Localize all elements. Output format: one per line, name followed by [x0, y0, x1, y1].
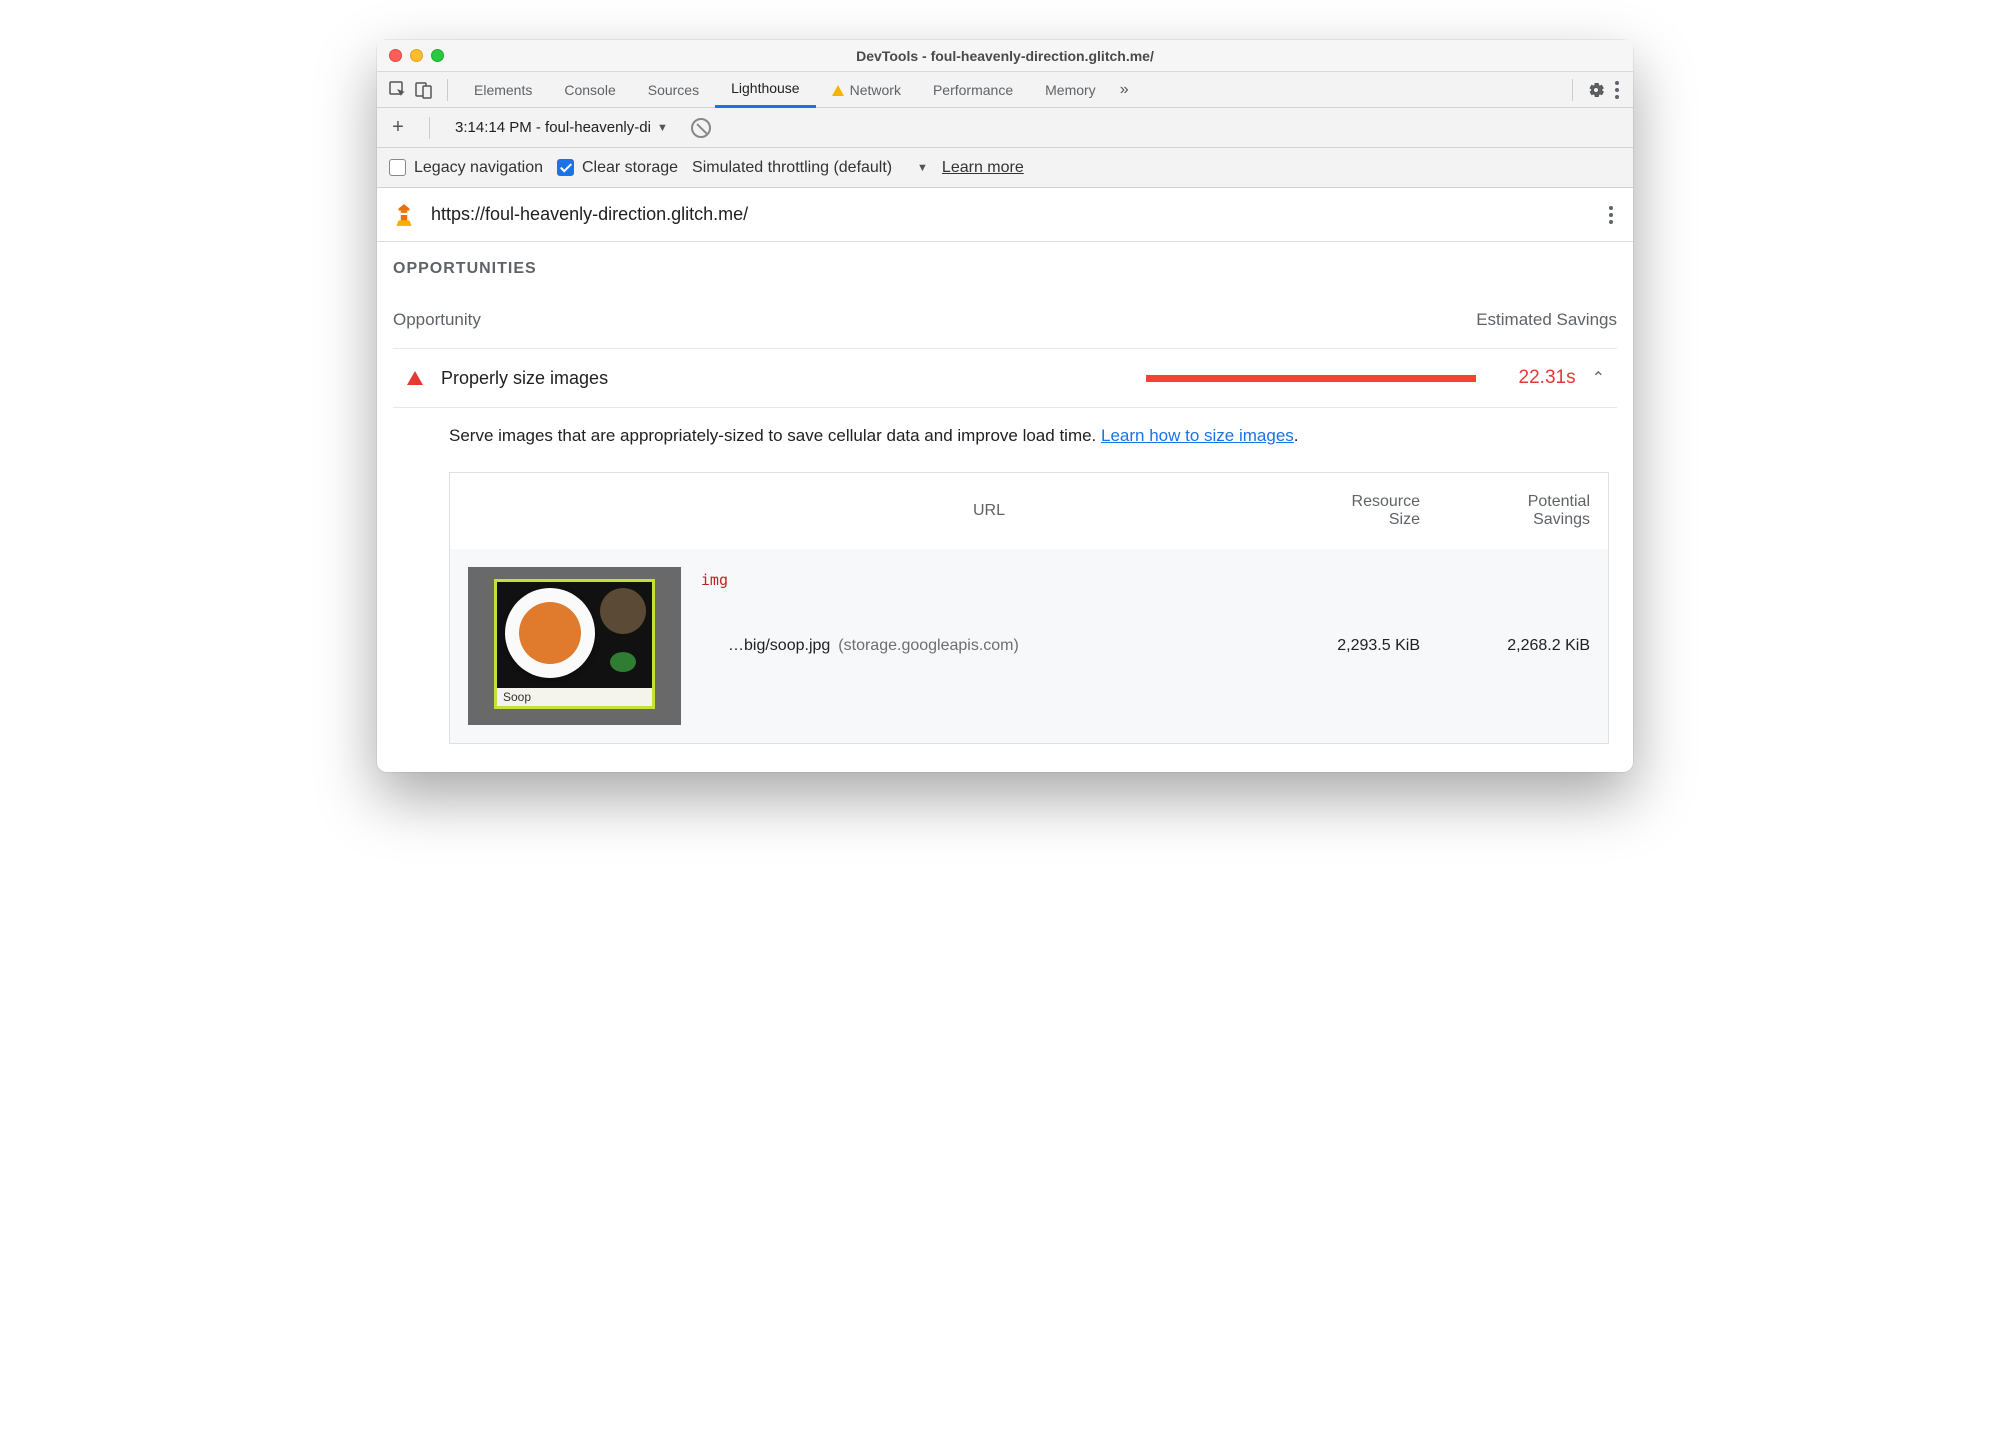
tab-console[interactable]: Console	[548, 72, 631, 108]
window-title: DevTools - foul-heavenly-direction.glitc…	[377, 48, 1633, 64]
throttling-label: Simulated throttling (default)	[692, 159, 892, 177]
clear-storage-label: Clear storage	[582, 159, 678, 177]
settings-gear-icon[interactable]	[1583, 77, 1609, 103]
resource-thumbnail: Soop	[468, 567, 681, 725]
opportunities-columns: Opportunity Estimated Savings	[393, 310, 1617, 330]
element-tag: img	[701, 567, 728, 589]
legacy-nav-checkbox[interactable]: Legacy navigation	[389, 159, 543, 177]
clear-storage-checkbox[interactable]: Clear storage	[557, 159, 678, 177]
panel-tabs: Elements Console Sources Lighthouse Netw…	[458, 72, 1112, 108]
desc-text: Serve images that are appropriately-size…	[449, 426, 1101, 445]
inspect-element-icon[interactable]	[385, 77, 411, 103]
col-estimated-savings: Estimated Savings	[1476, 310, 1617, 330]
opportunity-title: Properly size images	[441, 368, 961, 389]
col-potential-savings: PotentialSavings	[1420, 493, 1590, 529]
checkbox-icon	[389, 159, 406, 176]
legacy-nav-label: Legacy navigation	[414, 159, 543, 177]
devtools-tabs-row: Elements Console Sources Lighthouse Netw…	[377, 72, 1633, 108]
audited-url: https://foul-heavenly-direction.glitch.m…	[431, 204, 748, 225]
report-url-row: https://foul-heavenly-direction.glitch.m…	[377, 188, 1633, 242]
report-select[interactable]: 3:14:14 PM - foul-heavenly-di ▼	[450, 116, 673, 139]
resource-path: …big/soop.jpg	[728, 637, 830, 655]
checkbox-checked-icon	[557, 159, 574, 176]
clear-report-icon[interactable]	[691, 118, 711, 138]
separator	[1572, 79, 1573, 101]
resource-savings: 2,268.2 KiB	[1420, 637, 1590, 655]
opportunities-header: OPPORTUNITIES	[393, 260, 1617, 278]
report-body: OPPORTUNITIES Opportunity Estimated Savi…	[377, 242, 1633, 772]
learn-how-link[interactable]: Learn how to size images	[1101, 426, 1294, 445]
col-url: URL	[728, 502, 1250, 520]
dropdown-caret-icon: ▼	[917, 162, 928, 174]
titlebar: DevTools - foul-heavenly-direction.glitc…	[377, 40, 1633, 72]
tab-network[interactable]: Network	[816, 72, 917, 108]
col-opportunity: Opportunity	[393, 310, 481, 330]
tab-elements[interactable]: Elements	[458, 72, 548, 108]
learn-more-link[interactable]: Learn more	[942, 159, 1024, 177]
resource-row[interactable]: Soop img …big/soop.jpg (storage.googleap…	[450, 549, 1608, 743]
lighthouse-logo-icon	[391, 202, 417, 228]
resource-table-header: URL ResourceSize PotentialSavings	[450, 473, 1608, 549]
separator	[429, 117, 430, 139]
tab-memory[interactable]: Memory	[1029, 72, 1112, 108]
fail-triangle-icon	[407, 371, 423, 385]
new-report-button[interactable]: +	[387, 117, 409, 139]
throttling-select[interactable]: Simulated throttling (default) ▼	[692, 159, 928, 177]
col-resource-size: ResourceSize	[1250, 493, 1420, 529]
tab-performance[interactable]: Performance	[917, 72, 1029, 108]
tab-sources[interactable]: Sources	[632, 72, 715, 108]
resource-table: URL ResourceSize PotentialSavings Soop	[449, 472, 1609, 744]
chevron-up-icon[interactable]: ⌃	[1586, 368, 1611, 388]
report-menu-kebab-icon[interactable]	[1603, 200, 1619, 230]
resource-host: (storage.googleapis.com)	[838, 637, 1019, 655]
more-options-kebab-icon[interactable]	[1609, 75, 1625, 105]
resource-url: …big/soop.jpg (storage.googleapis.com)	[728, 637, 1250, 655]
report-select-label: 3:14:14 PM - foul-heavenly-di	[455, 119, 651, 136]
device-toolbar-icon[interactable]	[411, 77, 437, 103]
dropdown-caret-icon: ▼	[657, 122, 668, 134]
opportunity-row[interactable]: Properly size images 22.31s ⌃	[393, 348, 1617, 408]
opportunity-savings-value: 22.31s	[1506, 367, 1576, 389]
tab-lighthouse[interactable]: Lighthouse	[715, 72, 816, 108]
more-tabs-icon[interactable]: »	[1112, 81, 1137, 99]
resource-size: 2,293.5 KiB	[1250, 637, 1420, 655]
lighthouse-toolbar: + 3:14:14 PM - foul-heavenly-di ▼	[377, 108, 1633, 148]
opportunity-description: Serve images that are appropriately-size…	[393, 408, 1617, 464]
savings-bar	[961, 375, 1476, 382]
thumb-caption: Soop	[497, 688, 652, 709]
lighthouse-options-bar: Legacy navigation Clear storage Simulate…	[377, 148, 1633, 188]
separator	[447, 79, 448, 101]
desc-text-post: .	[1294, 426, 1299, 445]
